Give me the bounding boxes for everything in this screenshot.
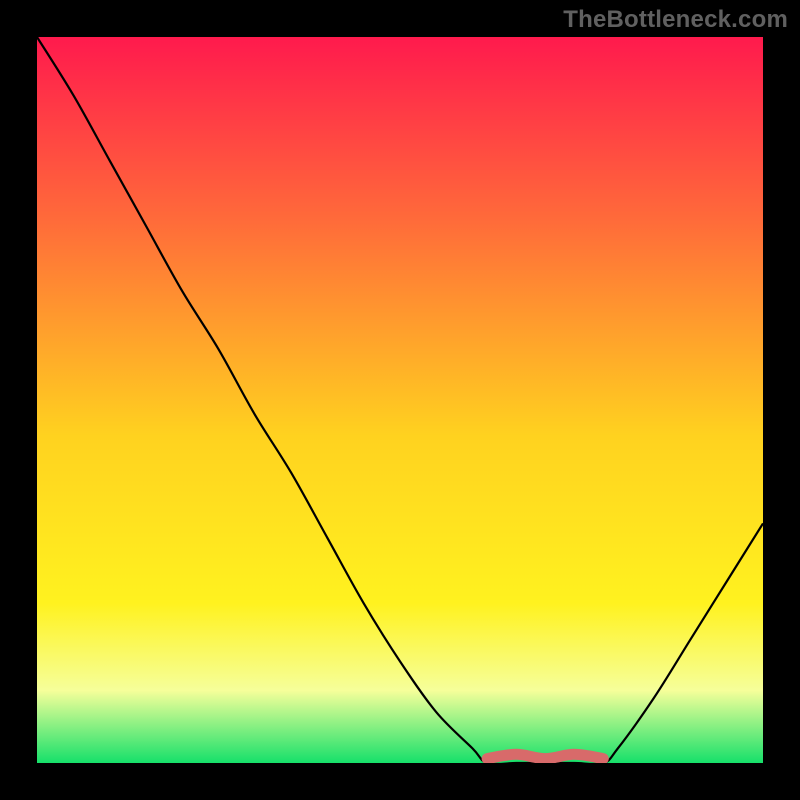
plot-area [37, 37, 763, 763]
curve-layer [37, 37, 763, 763]
highlight-segment [487, 754, 603, 758]
bottleneck-curve [37, 37, 763, 763]
chart-frame: TheBottleneck.com [0, 0, 800, 800]
watermark-text: TheBottleneck.com [563, 6, 788, 34]
